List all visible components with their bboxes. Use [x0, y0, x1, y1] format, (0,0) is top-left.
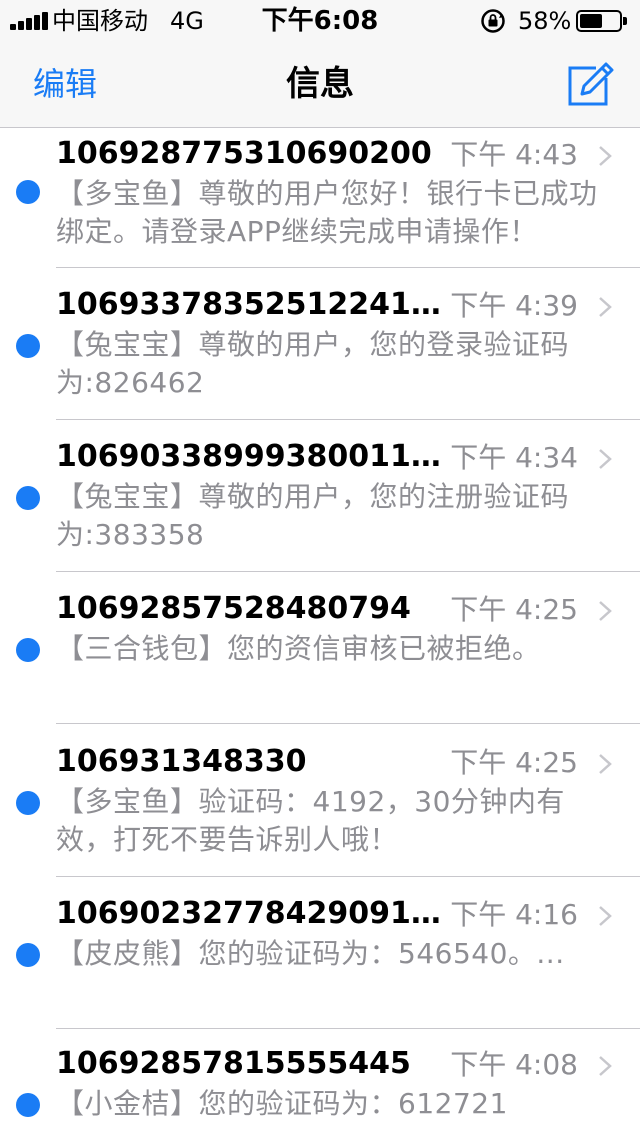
message-time: 下午 4:16 — [450, 898, 578, 931]
message-preview: 【多宝鱼】验证码：4192，30分钟内有效，打死不要告诉别人哦！ — [56, 785, 565, 856]
message-sender: 10692857815555445 — [56, 1046, 411, 1081]
unread-indicator — [16, 791, 40, 815]
chevron-right-icon — [599, 754, 612, 774]
page-title: 信息 — [286, 64, 354, 104]
chevron-right-icon — [599, 601, 612, 621]
message-time: 下午 4:39 — [450, 289, 578, 322]
message-preview: 【小金桔】您的验证码为：612721 — [56, 1087, 508, 1120]
message-sender: 10690338999380011... — [56, 439, 441, 474]
message-preview: 【多宝鱼】尊敬的用户您好！银行卡已成功绑定。请登录APP继续完成申请操作！ — [56, 177, 598, 248]
message-preview: 【皮皮熊】您的验证码为：546540。... — [56, 937, 565, 970]
message-time: 下午 4:25 — [450, 593, 578, 626]
unread-indicator — [16, 943, 40, 967]
battery-level-fill — [580, 14, 602, 28]
message-time: 下午 4:43 — [450, 138, 578, 171]
message-preview: 【三合钱包】您的资信审核已被拒绝。 — [56, 632, 541, 665]
message-time: 下午 4:25 — [450, 746, 578, 779]
message-preview: 【兔宝宝】尊敬的用户，您的注册验证码为:383358 — [56, 480, 570, 551]
message-sender: 106928775310690200 — [56, 136, 432, 171]
chevron-right-icon — [599, 1056, 612, 1076]
message-time: 下午 4:08 — [450, 1048, 578, 1081]
list-item[interactable]: 10692857815555445 下午 4:08 【小金桔】您的验证码为：61… — [0, 1029, 640, 1139]
message-list: 106928775310690200 下午 4:43 【多宝鱼】尊敬的用户您好！… — [0, 129, 640, 1139]
unread-indicator — [16, 638, 40, 662]
list-item[interactable]: 106928775310690200 下午 4:43 【多宝鱼】尊敬的用户您好！… — [0, 129, 640, 268]
list-item[interactable]: 106928575284807​94 下午 4:25 【三合钱包】您的资信审核已… — [0, 572, 640, 724]
message-sender: 10693378352512241... — [56, 287, 441, 322]
message-preview: 【兔宝宝】尊敬的用户，您的登录验证码为:826462 — [56, 328, 570, 399]
chevron-right-icon — [599, 449, 612, 469]
unread-indicator — [16, 486, 40, 510]
unread-indicator — [16, 180, 40, 204]
unread-indicator — [16, 334, 40, 358]
list-item[interactable]: 10693378352512241... 下午 4:39 【兔宝宝】尊敬的用户，… — [0, 268, 640, 420]
chevron-right-icon — [599, 297, 612, 317]
message-time: 下午 4:34 — [450, 441, 578, 474]
list-item[interactable]: 10690338999380011... 下午 4:34 【兔宝宝】尊敬的用户，… — [0, 420, 640, 572]
status-bar: 中国移动 4G 下午6:08 58% — [0, 0, 640, 40]
message-sender: 106928575284807​94 — [56, 591, 411, 626]
chevron-right-icon — [599, 146, 612, 166]
message-sender: 10690232778429091... — [56, 896, 441, 931]
battery-percentage: 58% — [518, 7, 572, 35]
list-item[interactable]: 106931348330 下午 4:25 【多宝鱼】验证码：4192，30分钟内… — [0, 724, 640, 877]
list-item[interactable]: 10690232778429091... 下午 4:16 【皮皮熊】您的验证码为… — [0, 877, 640, 1029]
rotation-lock-icon — [481, 9, 505, 33]
compose-icon[interactable] — [566, 60, 614, 108]
unread-indicator — [16, 1093, 40, 1117]
battery-icon — [576, 10, 627, 32]
message-sender: 106931348330 — [56, 744, 307, 779]
navigation-bar: 编辑 信息 — [0, 40, 640, 128]
chevron-right-icon — [599, 906, 612, 926]
